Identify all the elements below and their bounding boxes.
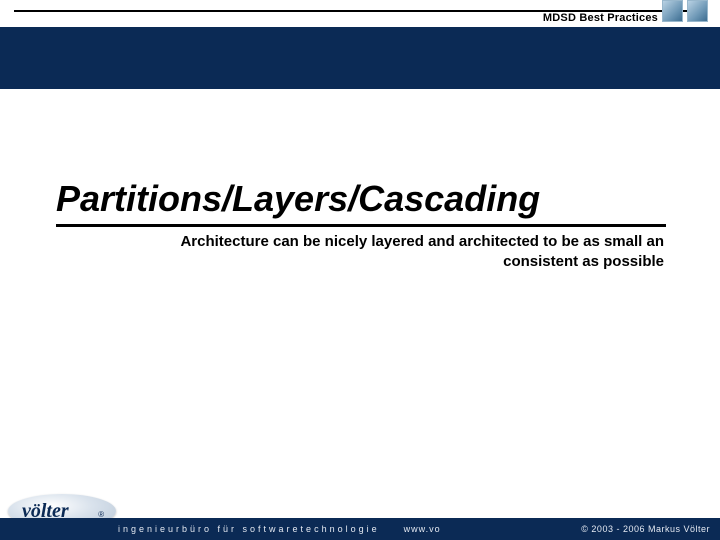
corner-chip-icon [687, 0, 708, 22]
slide-title: Partitions/Layers/Cascading [56, 178, 540, 220]
title-banner [0, 27, 720, 89]
footer-tagline: ingenieurbüro für softwaretechnologie [118, 524, 380, 534]
footer-url: www.vo [404, 524, 441, 534]
corner-decoration [662, 0, 708, 26]
footer-copyright: © 2003 - 2006 Markus Völter [581, 524, 710, 534]
slide: MDSD Best Practices Partitions/Layers/Ca… [0, 0, 720, 540]
corner-chip-icon [662, 0, 683, 22]
header-label: MDSD Best Practices [543, 12, 658, 24]
footer: ingenieurbüro für softwaretechnologie ww… [0, 518, 720, 540]
slide-subtitle: Architecture can be nicely layered and a… [102, 232, 664, 273]
title-underline [56, 224, 666, 227]
